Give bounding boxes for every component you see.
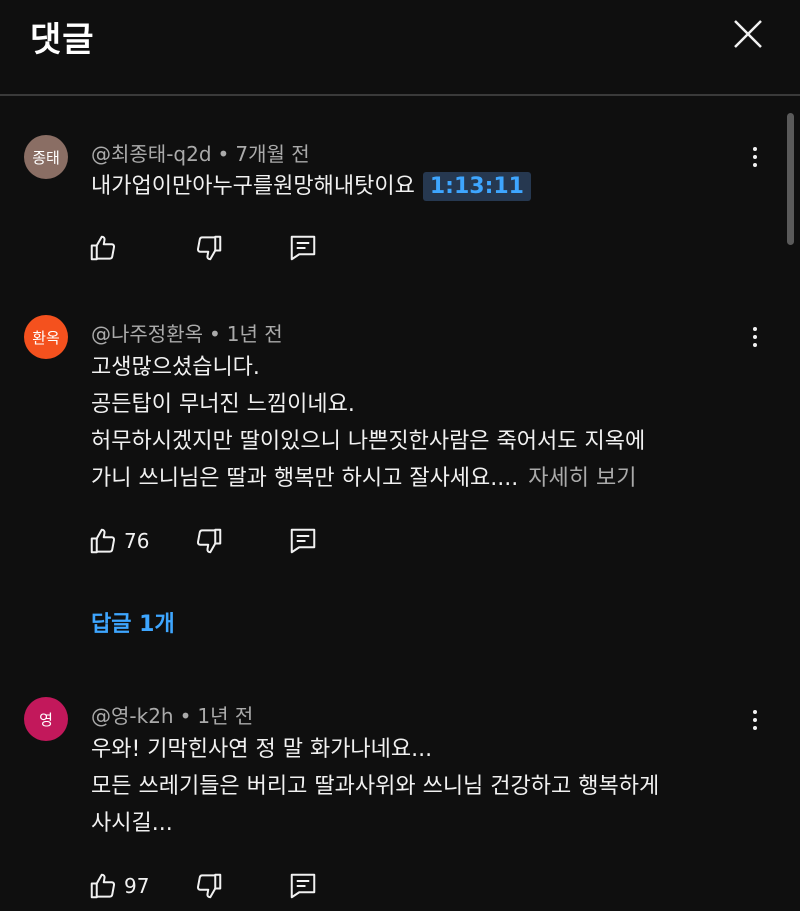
kebab-dot [753, 343, 757, 347]
kebab-dot [753, 710, 757, 714]
avatar[interactable]: 환옥 [24, 315, 68, 359]
kebab-dot [753, 163, 757, 167]
like-button[interactable] [88, 230, 118, 266]
read-more-link[interactable]: 자세히 보기 [528, 466, 636, 491]
avatar-text: 종태 [32, 148, 60, 167]
comment-actions [88, 230, 388, 266]
thumbs-down-icon [196, 873, 222, 899]
kebab-dot [753, 155, 757, 159]
dislike-button[interactable] [194, 868, 224, 904]
avatar-text: 영 [39, 710, 53, 729]
comment-body: 우와! 기막힌사연 정 말 화가나네요... 모든 쓰레기들은 버리고 딸과사위… [91, 731, 659, 842]
page-title: 댓글 [30, 20, 95, 60]
kebab-dot [753, 327, 757, 331]
kebab-dot [753, 147, 757, 151]
reply-icon [290, 873, 316, 899]
like-button[interactable]: 76 [88, 523, 149, 559]
like-count: 76 [124, 529, 150, 553]
kebab-dot [753, 726, 757, 730]
comment-meta: @최종태-q2d • 7개월 전 [91, 138, 310, 167]
comment-line: 사시길... [91, 811, 173, 836]
meta-separator: • [209, 322, 221, 346]
avatar[interactable]: 종태 [24, 135, 68, 179]
comment-line: 가니 쓰니님은 딸과 행복만 하시고 잘사세요.... [91, 466, 519, 491]
comment-body: 내가업이만아누구를원망해내탓이요 1:13:11 [91, 168, 531, 205]
comment-time[interactable]: 1년 전 [197, 704, 253, 728]
more-options-button[interactable] [738, 703, 772, 737]
comment-body: 고생많으셨습니다. 공든탑이 무너진 느낌이네요. 허무하시겠지만 딸이있으니 … [91, 349, 645, 497]
view-replies-button[interactable]: 답글 1개 [91, 606, 175, 638]
reply-icon [290, 235, 316, 261]
comment-author[interactable]: @영-k2h [91, 704, 174, 728]
reply-button[interactable] [288, 523, 318, 559]
comment-meta: @영-k2h • 1년 전 [91, 700, 253, 729]
dislike-button[interactable] [194, 230, 224, 266]
meta-separator: • [179, 704, 192, 728]
reply-button[interactable] [288, 230, 318, 266]
comment-author[interactable]: @최종태-q2d [91, 142, 212, 166]
comment-meta: @나주정환옥 • 1년 전 [91, 318, 283, 347]
comment-actions: 97 [88, 868, 388, 904]
more-options-button[interactable] [738, 320, 772, 354]
thumbs-up-icon [90, 528, 116, 554]
avatar[interactable]: 영 [24, 697, 68, 741]
like-button[interactable]: 97 [88, 868, 149, 904]
close-icon [734, 20, 762, 48]
comment-line: 우와! 기막힌사연 정 말 화가나네요... [91, 737, 433, 762]
comment-actions: 76 [88, 523, 388, 559]
close-button[interactable] [722, 8, 774, 60]
like-count: 97 [124, 874, 150, 898]
comment-line: 모든 쓰레기들은 버리고 딸과사위와 쓰니님 건강하고 행복하게 [91, 774, 660, 799]
comment-line: 고생많으셨습니다. [91, 355, 260, 380]
kebab-dot [753, 718, 757, 722]
comment-author[interactable]: @나주정환옥 [91, 322, 203, 346]
thumbs-up-icon [90, 235, 116, 261]
avatar-text: 환옥 [32, 328, 60, 347]
meta-separator: • [217, 142, 230, 166]
comments-header: 댓글 [0, 0, 800, 96]
dislike-button[interactable] [194, 523, 224, 559]
comment-line: 내가업이만아누구를원망해내탓이요 [91, 174, 415, 199]
thumbs-down-icon [196, 235, 222, 261]
scrollbar[interactable] [787, 113, 794, 245]
thumbs-up-icon [90, 873, 116, 899]
kebab-dot [753, 335, 757, 339]
timestamp-link[interactable]: 1:13:11 [422, 172, 531, 201]
reply-icon [290, 528, 316, 554]
more-options-button[interactable] [738, 140, 772, 174]
reply-button[interactable] [288, 868, 318, 904]
comment-line: 공든탑이 무너진 느낌이네요. [91, 392, 355, 417]
comment-time[interactable]: 1년 전 [227, 322, 283, 346]
comment-time[interactable]: 7개월 전 [235, 142, 309, 166]
thumbs-down-icon [196, 528, 222, 554]
header-divider [0, 94, 800, 96]
comment-line: 허무하시겠지만 딸이있으니 나쁜짓한사람은 죽어서도 지옥에 [91, 429, 646, 454]
